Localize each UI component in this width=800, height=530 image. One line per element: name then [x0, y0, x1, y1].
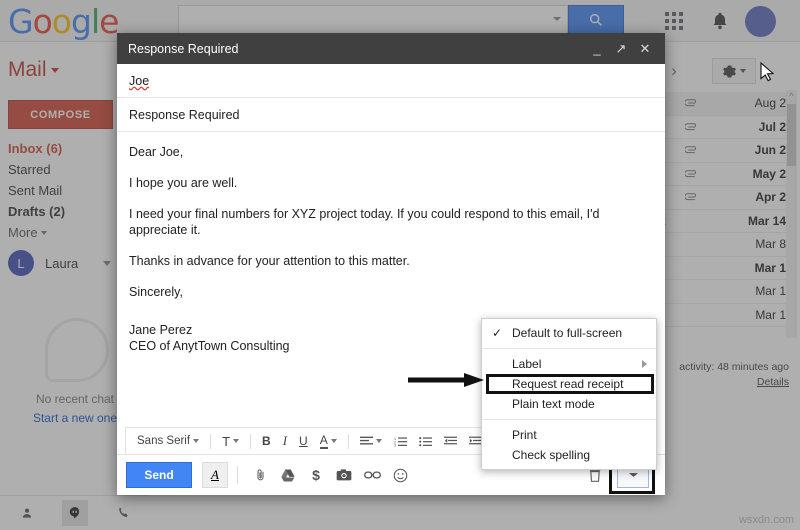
menu-item-plain-text-mode[interactable]: Plain text mode — [482, 394, 656, 414]
indent-decrease-icon — [443, 436, 457, 444]
divider — [347, 433, 349, 449]
dollar-icon[interactable]: $ — [303, 462, 329, 488]
bold-label: B — [262, 434, 271, 448]
popout-icon[interactable]: ↗ — [609, 37, 633, 61]
google-drive-icon[interactable] — [275, 462, 301, 488]
body-paragraph: I need your final numbers for XYZ projec… — [129, 207, 600, 237]
paperclip-icon[interactable] — [247, 462, 273, 488]
divider — [210, 433, 212, 449]
bold-button[interactable]: B — [257, 431, 276, 452]
underline-label: U — [299, 434, 308, 448]
menu-item-label-text: Label — [512, 357, 542, 371]
link-icon[interactable] — [359, 462, 385, 488]
indent-decrease-button[interactable] — [439, 431, 462, 452]
divider — [250, 433, 252, 449]
numbered-list-button[interactable]: 123 — [389, 431, 412, 452]
menu-item-label: Print — [512, 428, 537, 442]
annotation-arrow-icon — [408, 373, 484, 387]
checkmark-icon: ✓ — [492, 326, 503, 340]
underline-button[interactable]: U — [294, 431, 313, 452]
menu-item-label: Request read receipt — [512, 377, 624, 391]
menu-item-request-read-receipt[interactable]: Request read receipt — [482, 374, 656, 394]
divider — [482, 419, 656, 420]
svg-text:3: 3 — [394, 443, 396, 447]
compose-more-options-menu: ✓ Default to full-screen Label Request r… — [481, 318, 657, 470]
menu-item-label: Plain text mode — [512, 397, 595, 411]
recipient-value: Joe — [129, 73, 150, 88]
font-family-dropdown[interactable]: Sans Serif — [132, 431, 204, 452]
compose-window-title: Response Required — [128, 41, 239, 56]
close-icon[interactable]: ✕ — [633, 37, 657, 61]
align-button[interactable] — [355, 431, 387, 452]
body-paragraph: Thanks in advance for your attention to … — [129, 254, 410, 268]
menu-item-label: Check spelling — [512, 448, 591, 462]
mouse-cursor-icon — [760, 62, 775, 82]
emoji-icon[interactable] — [387, 462, 413, 488]
camera-icon[interactable] — [331, 462, 357, 488]
chevron-right-icon — [642, 360, 647, 368]
minimize-icon[interactable]: _ — [585, 37, 609, 61]
menu-item-check-spelling[interactable]: Check spelling — [482, 445, 656, 465]
body-paragraph: Sincerely, — [129, 285, 183, 299]
send-button[interactable]: Send — [126, 462, 192, 488]
menu-item-label[interactable]: Label — [482, 354, 656, 374]
menu-item-default-full-screen[interactable]: ✓ Default to full-screen — [482, 323, 656, 343]
divider — [482, 348, 656, 349]
italic-button[interactable]: I — [278, 431, 292, 452]
formatting-toggle-label: A — [211, 467, 219, 482]
chevron-down-icon — [375, 439, 382, 443]
indent-increase-icon — [468, 436, 482, 444]
subject-field[interactable]: Response Required — [117, 98, 665, 132]
numbered-list-icon: 123 — [394, 436, 407, 447]
bulleted-list-icon — [418, 436, 432, 446]
divider — [237, 466, 238, 484]
menu-item-print[interactable]: Print — [482, 425, 656, 445]
body-paragraph: I hope you are well. — [129, 176, 238, 190]
subject-value: Response Required — [129, 107, 240, 122]
send-button-label: Send — [144, 468, 174, 482]
chevron-down-icon — [330, 439, 337, 443]
text-color-label: A — [319, 433, 328, 449]
bulleted-list-button[interactable] — [414, 431, 437, 452]
font-size-dropdown[interactable]: ⁠T — [217, 431, 244, 452]
formatting-options-button[interactable]: A — [202, 462, 228, 488]
watermark: wsxdn.com — [738, 514, 794, 526]
body-paragraph: Dear Joe, — [129, 145, 184, 159]
align-left-icon — [359, 436, 373, 445]
chevron-down-icon — [233, 439, 240, 443]
text-color-button[interactable]: A — [315, 431, 342, 452]
compose-title-bar[interactable]: Response Required _ ↗ ✕ — [117, 33, 665, 64]
italic-label: I — [282, 433, 288, 448]
recipient-field[interactable]: Joe — [117, 64, 665, 98]
screenshot-root: Google Mail COMPOSE Inbox (6) Starred Se… — [0, 0, 800, 530]
chevron-down-icon — [193, 439, 200, 443]
font-size-icon: ⁠T — [222, 433, 231, 449]
font-family-label: Sans Serif — [137, 435, 191, 447]
menu-item-label: Default to full-screen — [512, 326, 623, 340]
